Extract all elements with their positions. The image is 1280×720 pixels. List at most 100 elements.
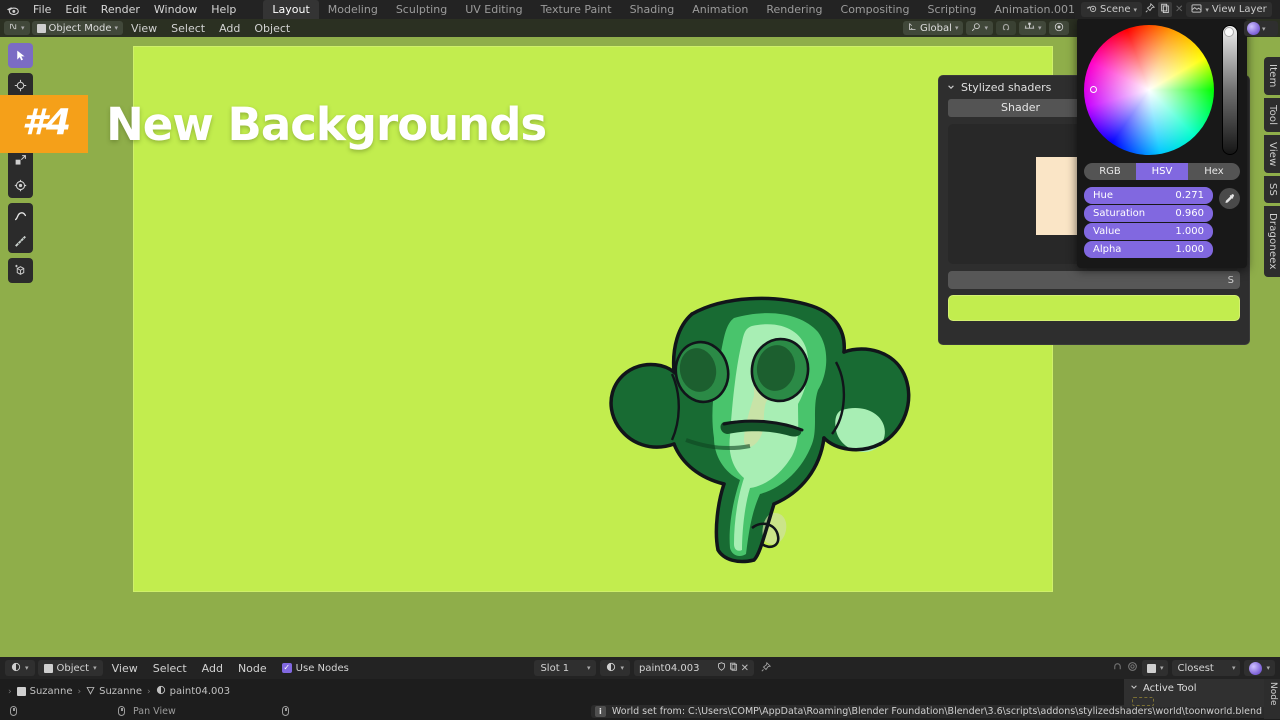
pin-icon[interactable]	[1145, 2, 1156, 16]
workspace-tab-animation-001[interactable]: Animation.001	[985, 0, 1084, 19]
chevron-down-icon[interactable]: ▾	[1160, 664, 1164, 672]
add-cube-tool[interactable]	[8, 258, 33, 283]
blender-logo-icon[interactable]	[0, 0, 26, 19]
shader-row-button[interactable]: S	[948, 271, 1240, 289]
tool-group-select[interactable]	[8, 43, 33, 68]
menu-edit[interactable]: Edit	[58, 0, 93, 19]
chevron-down-icon[interactable]: ▾	[955, 24, 959, 32]
chevron-down-icon[interactable]: ▾	[25, 664, 29, 672]
chevron-down-icon[interactable]: ▾	[1262, 25, 1266, 33]
use-nodes-checkbox[interactable]: ✓	[281, 663, 292, 673]
chevron-down-icon[interactable]: ▾	[1038, 24, 1042, 32]
tab-shader[interactable]: Shader	[948, 99, 1093, 117]
npanel-tab-view[interactable]: View	[1264, 134, 1280, 174]
workspace-tab-shading[interactable]: Shading	[621, 0, 684, 19]
new-scene-icon[interactable]	[1158, 2, 1173, 17]
npanel-tabs[interactable]: Item Tool View SS Dragoneex	[1264, 57, 1280, 278]
npanel-tab-tool[interactable]: Tool	[1264, 97, 1280, 132]
menu-render[interactable]: Render	[94, 0, 147, 19]
interaction-mode-selector[interactable]: Object Mode ▾	[31, 21, 124, 35]
tweak-select-tool[interactable]	[8, 43, 33, 68]
material-browse-selector[interactable]: ▾	[600, 660, 630, 676]
value-slider-knob[interactable]	[1224, 27, 1234, 37]
workspace-tab-uv-editing[interactable]: UV Editing	[456, 0, 531, 19]
viewlayer-selector[interactable]: ▾ View Layer	[1186, 2, 1272, 17]
transform-tool[interactable]	[8, 173, 33, 198]
workspace-tab-scripting[interactable]: Scripting	[918, 0, 985, 19]
pivot-point-selector[interactable]: ▾	[966, 21, 993, 35]
world-color-swatch[interactable]	[948, 295, 1240, 321]
viewport-menu-view[interactable]: View	[125, 22, 163, 35]
color-mode-hex[interactable]: Hex	[1188, 163, 1240, 180]
chevron-down-icon[interactable]: ▾	[587, 664, 591, 672]
shader-preview-type-selector[interactable]: ▾	[1244, 660, 1275, 676]
snap-node-icon[interactable]	[1112, 661, 1123, 675]
workspace-tab-modeling[interactable]: Modeling	[319, 0, 387, 19]
color-mode-hsv[interactable]: HSV	[1136, 163, 1188, 180]
viewport-menu-select[interactable]: Select	[165, 22, 211, 35]
chevron-down-icon[interactable]	[1130, 683, 1138, 694]
hue-field[interactable]: Hue 0.271	[1084, 187, 1213, 204]
color-wheel-cursor[interactable]	[1090, 86, 1097, 93]
saturation-field[interactable]: Saturation 0.960	[1084, 205, 1213, 222]
color-wheel[interactable]	[1084, 25, 1214, 155]
overlays-icon[interactable]	[1127, 661, 1138, 675]
color-mode-rgb[interactable]: RGB	[1084, 163, 1136, 180]
workspace-tab-layout[interactable]: Layout	[263, 0, 319, 19]
chevron-down-icon[interactable]: ▾	[620, 664, 624, 672]
eyedropper-icon[interactable]	[1219, 188, 1240, 209]
color-picker-popover[interactable]: RGB HSV Hex Hue 0.271 Saturation 0.960 V…	[1077, 18, 1247, 268]
chevron-down-icon[interactable]: ▾	[984, 24, 988, 32]
shader-menu-add[interactable]: Add	[196, 662, 229, 675]
value-field[interactable]: Value 1.000	[1084, 223, 1213, 240]
material-slot-selector[interactable]: Slot 1 ▾	[534, 660, 597, 676]
properties-panel[interactable]: Active Tool	[1124, 679, 1264, 707]
workspace-tab-texture-paint[interactable]: Texture Paint	[532, 0, 621, 19]
breadcrumb-item-mesh[interactable]: Suzanne	[86, 686, 142, 698]
npanel-tab-item[interactable]: Item	[1264, 57, 1280, 95]
use-nodes-toggle[interactable]: ✓ Use Nodes	[276, 663, 355, 674]
chevron-down-icon[interactable]: ▾	[93, 664, 97, 672]
menu-help[interactable]: Help	[204, 0, 243, 19]
workspace-tab-animation[interactable]: Animation	[683, 0, 757, 19]
alpha-field[interactable]: Alpha 1.000	[1084, 241, 1213, 258]
chevron-down-icon[interactable]: ▾	[115, 24, 119, 32]
snap-target-selector[interactable]: Closest ▾	[1172, 660, 1241, 676]
annotate-tool[interactable]	[8, 203, 33, 228]
viewport-menu-add[interactable]: Add	[213, 22, 246, 35]
breadcrumb-item-object[interactable]: Suzanne	[16, 686, 73, 697]
unlink-scene-icon[interactable]: ✕	[1175, 4, 1183, 15]
material-preview-icon[interactable]	[1249, 661, 1263, 675]
snap-node-element-selector[interactable]: ▾	[1141, 660, 1169, 676]
fake-user-icon[interactable]	[717, 662, 726, 674]
npanel-tab-dragoneex[interactable]: Dragoneex	[1264, 206, 1280, 278]
workspace-tab-rendering[interactable]: Rendering	[757, 0, 831, 19]
chevron-down-icon[interactable]: ▾	[1266, 664, 1270, 672]
workspace-tab-compositing[interactable]: Compositing	[832, 0, 919, 19]
shader-menu-node[interactable]: Node	[232, 662, 273, 675]
suzanne-object[interactable]	[574, 292, 944, 567]
chevron-down-icon[interactable]	[947, 81, 955, 94]
shader-menu-select[interactable]: Select	[147, 662, 193, 675]
chevron-down-icon[interactable]: ▾	[1134, 6, 1138, 14]
scene-selector[interactable]: Scene ▾	[1081, 2, 1143, 17]
color-mode-tabs[interactable]: RGB HSV Hex	[1084, 163, 1240, 180]
editor-type-selector[interactable]: ▾	[4, 21, 30, 35]
chevron-down-icon[interactable]: ▾	[1205, 6, 1209, 14]
npanel-tab-ss[interactable]: SS	[1264, 176, 1280, 204]
chevron-down-icon[interactable]: ▾	[1232, 664, 1236, 672]
material-name-field[interactable]: paint04.003 ✕	[633, 660, 754, 676]
menu-window[interactable]: Window	[147, 0, 204, 19]
shader-editor-type-selector[interactable]: ▾	[5, 660, 35, 676]
workspace-tab-sculpting[interactable]: Sculpting	[387, 0, 456, 19]
measure-tool[interactable]	[8, 228, 33, 253]
viewport-toolbar[interactable]	[8, 43, 33, 283]
proportional-edit-toggle[interactable]	[1049, 21, 1070, 35]
chevron-down-icon[interactable]: ▾	[21, 24, 25, 32]
breadcrumb-item-material[interactable]: paint04.003	[156, 685, 230, 698]
tool-group-annotate[interactable]	[8, 203, 33, 253]
properties-tab-node[interactable]: Node	[1264, 679, 1280, 719]
workspace-tabs[interactable]: Layout Modeling Sculpting UV Editing Tex…	[263, 0, 1110, 19]
snap-magnet-toggle[interactable]	[995, 21, 1016, 35]
value-slider[interactable]	[1222, 25, 1238, 155]
